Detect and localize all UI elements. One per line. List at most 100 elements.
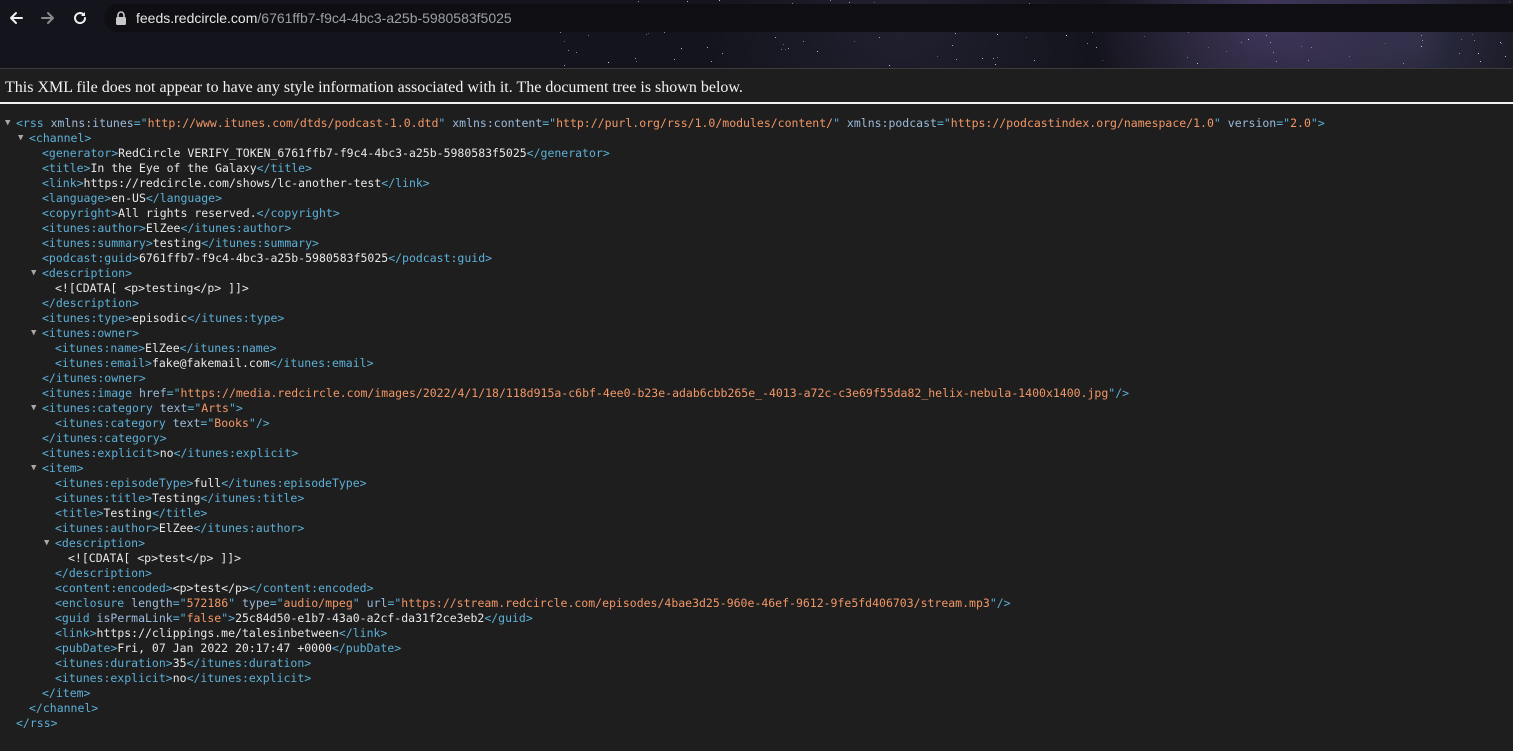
- collapse-toggle-icon[interactable]: ▼: [31, 461, 36, 476]
- xml-line-content: <itunes:type>episodic</itunes:type>: [42, 311, 284, 326]
- xml-line: <itunes:author>ElZee</itunes:author>: [0, 521, 1513, 536]
- star-dot: [1479, 61, 1481, 63]
- xml-tag: ": [833, 116, 847, 130]
- xml-document-tree: ▼ <rss xmlns:itunes="http://www.itunes.co…: [0, 116, 1513, 731]
- xml-tag: <itunes:duration>: [55, 656, 173, 670]
- xml-line: </itunes:category>: [0, 431, 1513, 446]
- xml-line-content: </description>: [42, 296, 139, 311]
- xml-attr-value: http://www.itunes.com/dtds/podcast-1.0.d…: [147, 116, 439, 130]
- xml-line: <itunes:type>episodic</itunes:type>: [0, 311, 1513, 326]
- xml-tag: <link>: [55, 626, 97, 640]
- xml-line-content: <channel>: [29, 131, 91, 146]
- xml-line-content: <link>https://redcircle.com/shows/lc-ano…: [42, 176, 430, 191]
- xml-line: <podcast:guid>6761ffb7-f9c4-4bc3-a25b-59…: [0, 251, 1513, 266]
- xml-text: In the Eye of the Galaxy: [90, 161, 257, 175]
- xml-line: </rss>: [0, 716, 1513, 731]
- back-button[interactable]: [5, 7, 27, 29]
- xml-tag: <enclosure: [55, 596, 132, 610]
- star-dot: [802, 40, 804, 42]
- xml-tag: =": [269, 596, 284, 610]
- xml-line: <itunes:title>Testing</itunes:title>: [0, 491, 1513, 506]
- xml-line-content: <itunes:summary>testing</itunes:summary>: [42, 236, 319, 251]
- xml-line-content: <itunes:category text="Books"/>: [55, 416, 270, 431]
- xml-tag: <itunes:category: [55, 416, 173, 430]
- xml-line-content: <rss xmlns:itunes="http://www.itunes.com…: [16, 116, 1325, 131]
- xml-text: Testing: [103, 506, 152, 520]
- collapse-toggle-icon[interactable]: ▼: [31, 266, 36, 281]
- star-dot: [1025, 37, 1027, 38]
- star-dot: [781, 48, 783, 50]
- xml-line: ▼ <channel>: [0, 131, 1513, 146]
- star-dot: [1500, 43, 1502, 45]
- star-dot: [563, 40, 565, 42]
- collapse-toggle-icon[interactable]: ▼: [31, 326, 36, 341]
- xml-tag: </language>: [145, 191, 223, 205]
- star-dot: [1247, 38, 1249, 40]
- reload-button[interactable]: [69, 7, 91, 29]
- star-dot: [1207, 46, 1209, 48]
- xml-line-content: <![CDATA[ <p>testing</p> ]]>: [55, 281, 249, 296]
- xml-line: ▼ <rss xmlns:itunes="http://www.itunes.co…: [0, 116, 1513, 131]
- address-bar[interactable]: feeds.redcircle.com/6761ffb7-f9c4-4bc3-a…: [104, 4, 1513, 32]
- xml-attr-value: https://stream.redcircle.com/episodes/4b…: [401, 596, 990, 610]
- xml-text: full: [193, 476, 222, 490]
- star-dot: [1087, 43, 1089, 45]
- star-dot: [775, 37, 777, 39]
- star-dot: [1508, 0, 1510, 2]
- xml-line-content: </item>: [42, 686, 90, 701]
- xml-line: <title>In the Eye of the Galaxy</title>: [0, 161, 1513, 176]
- xml-tag: </itunes:episodeType>: [221, 476, 367, 490]
- xml-attr-value: 2.0: [1290, 116, 1311, 130]
- xml-text: <![CDATA[ <p>test</p> ]]>: [68, 551, 242, 565]
- star-dot: [1402, 62, 1404, 64]
- xml-line: <itunes:email>fake@fakemail.com</itunes:…: [0, 356, 1513, 371]
- forward-button[interactable]: [37, 7, 59, 29]
- collapse-toggle-icon[interactable]: ▼: [31, 401, 36, 416]
- collapse-toggle-icon[interactable]: ▼: [5, 116, 10, 131]
- xml-line: ▼ <item>: [0, 461, 1513, 476]
- star-dot: [647, 32, 649, 34]
- xml-tag: </content:encoded>: [248, 581, 374, 595]
- xml-line: <content:encoded><p>test</p></content:en…: [0, 581, 1513, 596]
- xml-line: <link>https://clippings.me/talesinbetwee…: [0, 626, 1513, 641]
- star-dot: [1349, 55, 1351, 57]
- collapse-toggle-icon[interactable]: ▼: [44, 536, 49, 551]
- xml-line-content: <itunes:author>ElZee</itunes:author>: [55, 521, 304, 536]
- xml-tag: <itunes:type>: [42, 311, 133, 325]
- xml-tag: =": [936, 116, 951, 130]
- xml-tag: </rss>: [16, 716, 58, 730]
- xml-tag: <channel>: [29, 131, 92, 145]
- xml-tag: </itunes:author>: [180, 221, 292, 235]
- xml-attr-value: http://purl.org/rss/1.0/modules/content/: [556, 116, 834, 130]
- xml-tag: =": [200, 416, 215, 430]
- xml-tag: <content:encoded>: [55, 581, 173, 595]
- star-dot: [936, 55, 938, 57]
- xml-attr-value: Arts: [201, 401, 229, 415]
- star-dot: [560, 32, 562, 34]
- xml-tag: =": [133, 116, 148, 130]
- star-dot: [718, 0, 720, 2]
- star-dot: [1187, 57, 1189, 59]
- xml-text: testing: [152, 236, 202, 250]
- xml-line-content: <itunes:name>ElZee</itunes:name>: [55, 341, 277, 356]
- xml-line-content: <pubDate>Fri, 07 Jan 2022 20:17:47 +0000…: [55, 641, 401, 656]
- xml-line-content: <item>: [42, 461, 84, 476]
- star-dot: [995, 63, 997, 65]
- xml-line-content: </itunes:category>: [42, 431, 167, 446]
- xml-line-content: <itunes:author>ElZee</itunes:author>: [42, 221, 291, 236]
- star-dot: [1143, 35, 1145, 37]
- collapse-toggle-icon[interactable]: ▼: [18, 131, 23, 146]
- xml-attr-name: url: [366, 596, 388, 610]
- xml-text: ElZee: [145, 341, 180, 355]
- xml-line-content: </itunes:owner>: [42, 371, 146, 386]
- xml-tag: ": [1213, 116, 1228, 130]
- xml-tag: </itunes:explicit>: [173, 446, 299, 460]
- xml-line: <itunes:name>ElZee</itunes:name>: [0, 341, 1513, 356]
- xml-text: episodic: [132, 311, 188, 325]
- xml-tag: </itunes:type>: [187, 311, 285, 325]
- star-dot: [637, 1, 639, 3]
- xml-tag: =": [166, 386, 181, 400]
- url-text[interactable]: feeds.redcircle.com/6761ffb7-f9c4-4bc3-a…: [136, 10, 512, 26]
- star-dot: [1187, 32, 1189, 34]
- xml-text: 35: [172, 656, 187, 670]
